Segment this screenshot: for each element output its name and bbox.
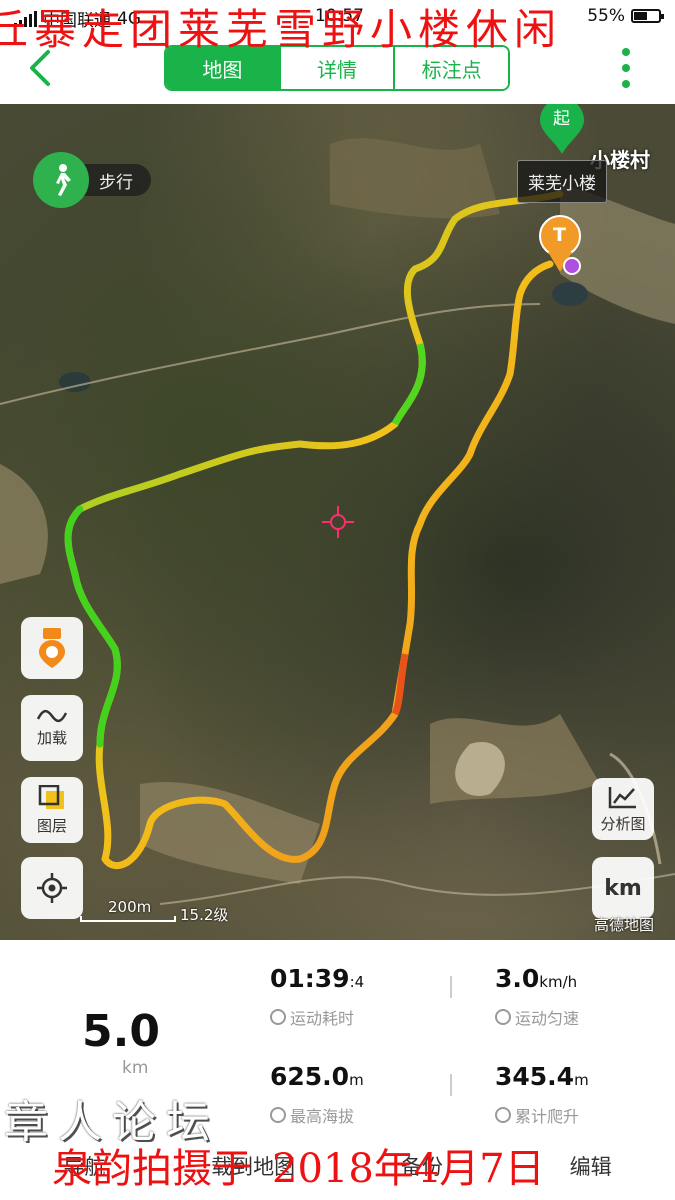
load-to-map-button[interactable]: 载到地图	[169, 1132, 338, 1200]
marker-button[interactable]	[21, 617, 83, 679]
distance-unit: km	[122, 1058, 149, 1078]
duration-main: 01:39	[270, 964, 350, 993]
climb-unit: m	[574, 1071, 589, 1089]
scale-bar: 200m 15.2级	[80, 898, 250, 924]
satellite-map[interactable]: 起 T 步行 小楼村 莱芜小楼 加载 图层 分析图 km 200m 15.2级 …	[0, 104, 675, 940]
divider	[450, 976, 452, 998]
speed-unit: km/h	[539, 973, 578, 991]
terrain-texture	[0, 104, 675, 905]
duration-label: 运动耗时	[270, 1005, 354, 1029]
load-track-label: 加载	[36, 728, 67, 747]
battery-level	[634, 12, 648, 20]
view-tabs: 地图 详情 标注点	[164, 45, 510, 91]
speed-icon	[495, 1009, 511, 1025]
tab-map[interactable]: 地图	[166, 47, 281, 89]
end-marker-label: T	[553, 224, 566, 246]
edit-label: 编辑	[569, 1155, 612, 1179]
carrier-name: 中国联通	[43, 11, 111, 31]
speed-value: 3.0km/h	[495, 964, 577, 993]
backup-label: 备份	[400, 1155, 443, 1179]
layers-icon	[38, 784, 64, 809]
scale-distance: 200m	[108, 898, 152, 916]
analysis-button[interactable]: 分析图	[592, 778, 654, 840]
signal-icon	[14, 10, 37, 27]
battery-info: 55%	[587, 6, 664, 26]
clock-icon	[270, 1009, 286, 1025]
zoom-level: 15.2级	[180, 906, 229, 924]
mountain-icon	[270, 1107, 286, 1123]
battery-icon	[631, 9, 664, 23]
place-tooltip[interactable]: 莱芜小楼	[517, 160, 607, 203]
climb-value: 345.4m	[495, 1062, 589, 1091]
max-altitude-unit: m	[349, 1071, 364, 1089]
status-time: 10:57	[315, 6, 364, 26]
analysis-label: 分析图	[600, 814, 646, 833]
bottom-action-bar: 导航 载到地图 备份 编辑	[0, 1132, 675, 1200]
back-arrow-icon[interactable]	[22, 46, 58, 90]
map-provider-logo: 高德地图	[594, 916, 655, 934]
chart-icon	[608, 786, 636, 808]
duration-label-text: 运动耗时	[290, 1009, 355, 1028]
pin-marker-icon	[39, 628, 65, 668]
speed-number: 3.0	[495, 964, 540, 993]
climb-icon	[495, 1107, 511, 1123]
navigate-label: 导航	[63, 1155, 106, 1179]
duration-value: 01:39:4	[270, 964, 364, 993]
climb-label: 累计爬升	[495, 1103, 579, 1127]
layers-button[interactable]: 图层	[21, 777, 83, 843]
app-header: 中国联通 4G 10:57 55% 地图 详情 标注点 丘暴走团莱芜雪野小楼休闲	[0, 0, 675, 104]
walking-icon	[33, 152, 89, 208]
layers-label: 图层	[36, 816, 67, 835]
speed-label: 运动匀速	[495, 1005, 579, 1029]
sport-mode[interactable]: 步行	[33, 152, 151, 208]
load-track-button[interactable]: 加载	[21, 695, 83, 761]
max-altitude-number: 625.0	[270, 1062, 350, 1091]
locate-button[interactable]	[21, 857, 83, 919]
carrier-info: 中国联通 4G	[14, 6, 141, 31]
edit-button[interactable]: 编辑	[506, 1132, 675, 1200]
max-altitude-value: 625.0m	[270, 1062, 364, 1091]
speed-label-text: 运动匀速	[515, 1009, 580, 1028]
divider	[450, 1074, 452, 1096]
more-menu-icon[interactable]	[621, 48, 631, 88]
center-crosshair-icon	[322, 506, 354, 538]
backup-button[interactable]: 备份	[338, 1132, 507, 1200]
duration-sec: :4	[349, 973, 365, 991]
tab-markers[interactable]: 标注点	[395, 47, 508, 89]
navigate-button[interactable]: 导航	[0, 1132, 169, 1200]
locate-icon	[37, 873, 67, 903]
total-distance: 5.0	[82, 1006, 160, 1057]
max-altitude-label: 最高海拔	[270, 1103, 354, 1127]
status-bar: 中国联通 4G 10:57 55%	[0, 4, 675, 31]
climb-label-text: 累计爬升	[515, 1107, 580, 1126]
unit-label: km	[604, 875, 642, 901]
unit-button[interactable]: km	[592, 857, 654, 919]
scale-line	[80, 916, 176, 922]
max-altitude-label-text: 最高海拔	[290, 1107, 355, 1126]
climb-number: 345.4	[495, 1062, 575, 1091]
network-type: 4G	[117, 8, 141, 29]
battery-percent: 55%	[587, 6, 625, 26]
tab-details[interactable]: 详情	[280, 47, 396, 89]
wave-icon	[37, 709, 67, 722]
start-marker-label: 起	[553, 109, 570, 129]
load-to-map-label: 载到地图	[211, 1155, 296, 1179]
